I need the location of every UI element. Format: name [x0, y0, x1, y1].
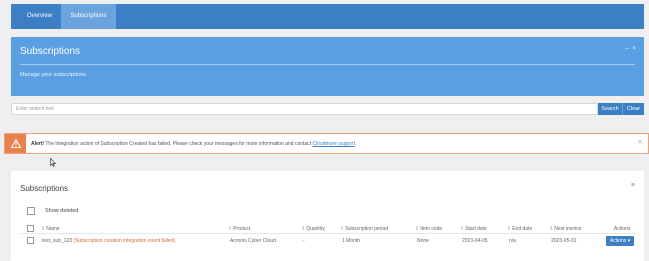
subscriptions-header-panel: Subscriptions – × Manage your subscripti…	[11, 37, 644, 96]
alert-body: The integration action of Subscription C…	[44, 141, 313, 147]
alert-message: Alert! The integration action of Subscri…	[31, 141, 356, 147]
sort-icon: ⇕	[301, 226, 306, 232]
sort-icon: ⇕	[228, 226, 233, 232]
sort-icon: ⇕	[507, 226, 512, 232]
sort-icon: ⇕	[549, 226, 554, 232]
search-button[interactable]: Search	[598, 103, 622, 115]
column-header-actions: Actions	[614, 226, 631, 232]
table-cell-name[interactable]: test_sub_123 (Subscription creation inte…	[42, 238, 175, 244]
integration-error-text: (Subscription creation integration event…	[73, 238, 176, 244]
cloudmore-support-link[interactable]: Cloudmore support	[312, 141, 355, 147]
tab-subscriptions[interactable]: Subscriptions	[61, 4, 116, 29]
sort-icon: ⇕	[340, 226, 345, 232]
tab-overview[interactable]: Overview	[11, 4, 68, 29]
minimize-icon[interactable]: –	[626, 46, 629, 52]
divider	[20, 64, 635, 65]
actions-dropdown-button[interactable]: Actions ▾	[606, 236, 634, 246]
column-header-item-code[interactable]: ⇕Item code	[415, 226, 442, 232]
table-cell-start-date: 2023-04-05	[462, 238, 488, 244]
panel-title: Subscriptions	[20, 184, 69, 193]
column-header-start-date[interactable]: ⇕Start date	[460, 226, 487, 232]
mouse-cursor-icon	[50, 157, 57, 169]
column-header-next-invoice[interactable]: ⇕Next invoice	[549, 226, 581, 232]
column-header-product[interactable]: ⇕Product	[228, 226, 250, 232]
table-cell-item-code: None	[417, 238, 429, 244]
table-cell-period: 1 Month	[342, 238, 361, 244]
select-all-checkbox[interactable]	[27, 225, 34, 232]
alert-tail: .	[354, 141, 357, 147]
show-deleted-label: Show deleted	[45, 208, 79, 214]
alert-strong: Alert!	[31, 141, 45, 147]
sort-icon: ⇕	[415, 226, 420, 232]
alert-close-icon[interactable]: ×	[637, 137, 643, 148]
table-divider	[20, 233, 635, 234]
column-header-end-date[interactable]: ⇕End date	[507, 226, 532, 232]
table-cell-product: Acronis Cyber Cloud	[230, 238, 276, 244]
clear-button[interactable]: Clear	[622, 103, 644, 115]
page-title: Subscriptions	[20, 46, 81, 57]
table-cell-next-invoice: 2023-05-01	[551, 238, 577, 244]
table-cell-quantity: -	[303, 238, 305, 244]
top-nav: Overview Subscriptions	[11, 4, 644, 29]
close-icon[interactable]: ×	[632, 46, 636, 52]
page-description: Manage your subscriptions.	[20, 72, 88, 78]
sort-icon: ⇕	[460, 226, 465, 232]
subscriptions-panel: Subscriptions ≡ Show deleted ⇕Name ⇕Prod…	[11, 171, 644, 261]
integration-alert: Alert! The integration action of Subscri…	[4, 133, 649, 154]
warning-icon	[5, 134, 26, 153]
column-header-subscription-period[interactable]: ⇕Subscription period	[340, 226, 388, 232]
search-input[interactable]	[11, 103, 598, 115]
menu-icon[interactable]: ≡	[631, 182, 635, 189]
column-header-name[interactable]: ⇕Name	[41, 226, 60, 232]
column-header-quantity[interactable]: ⇕Quantity	[301, 226, 325, 232]
table-cell-end-date: n/a	[509, 238, 516, 244]
show-deleted-checkbox[interactable]	[27, 207, 35, 215]
sort-icon: ⇕	[41, 226, 46, 232]
row-checkbox[interactable]	[27, 237, 34, 244]
